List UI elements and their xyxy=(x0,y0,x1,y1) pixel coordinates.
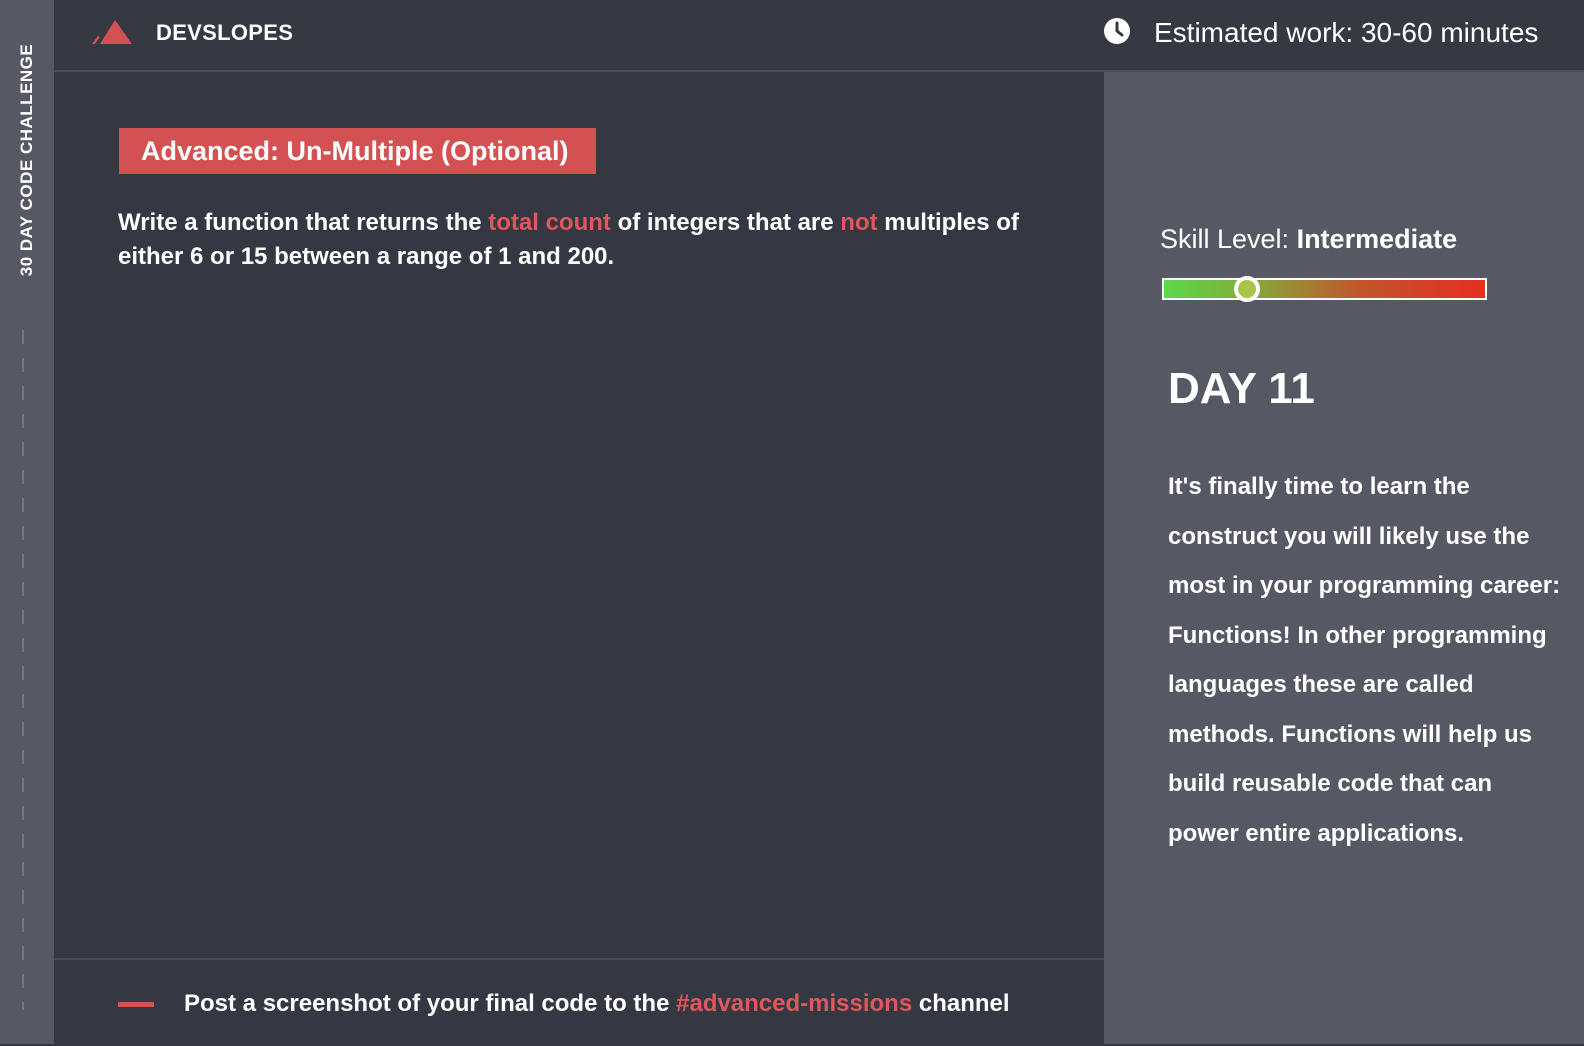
channel-link[interactable]: #advanced-missions xyxy=(676,990,912,1017)
footer-bar: Post a screenshot of your final code to … xyxy=(54,958,1104,1046)
day-title: DAY 11 xyxy=(1168,364,1315,413)
day-intro: It's finally time to learn the construct… xyxy=(1168,473,1561,847)
skill-meter-knob xyxy=(1234,276,1261,302)
top-bar: DEVSLOPES Estimated work: 30-60 minutes xyxy=(54,0,1584,72)
clock-icon xyxy=(1104,18,1130,44)
mission-description: Write a function that returns the total … xyxy=(118,206,1078,274)
brand-name[interactable]: DEVSLOPES xyxy=(156,20,293,46)
footer-instruction: Post a screenshot of your final code to … xyxy=(184,990,1010,1018)
challenge-sidebar: 30 DAY CODE CHALLENGE xyxy=(0,0,54,1044)
skill-label: Skill Level: xyxy=(1160,224,1297,254)
skill-level: Skill Level: Intermediate xyxy=(1160,224,1457,255)
description-text: of integers that are xyxy=(610,209,841,236)
info-panel: Skill Level: Intermediate DAY 11 It's fi… xyxy=(1104,72,1584,1044)
skill-meter xyxy=(1162,276,1487,302)
highlight-total-count: total count xyxy=(488,209,611,236)
footer-accent-dash xyxy=(118,1002,154,1007)
footer-text-after: channel xyxy=(912,990,1010,1017)
devslopes-logo-icon[interactable] xyxy=(86,16,136,48)
mission-title-badge: Advanced: Un-Multiple (Optional) xyxy=(119,128,597,174)
skill-value: Intermediate xyxy=(1296,224,1458,254)
description-text: Write a function that returns the xyxy=(118,209,489,236)
mission-content: Advanced: Un-Multiple (Optional) Write a… xyxy=(54,72,1104,958)
challenge-label: 30 DAY CODE CHALLENGE xyxy=(17,43,36,277)
estimated-work: Estimated work: 30-60 minutes xyxy=(1154,17,1539,48)
footer-text-before: Post a screenshot of your final code to … xyxy=(184,990,677,1017)
progress-dash-line xyxy=(22,330,24,1010)
highlight-not: not xyxy=(840,209,878,236)
